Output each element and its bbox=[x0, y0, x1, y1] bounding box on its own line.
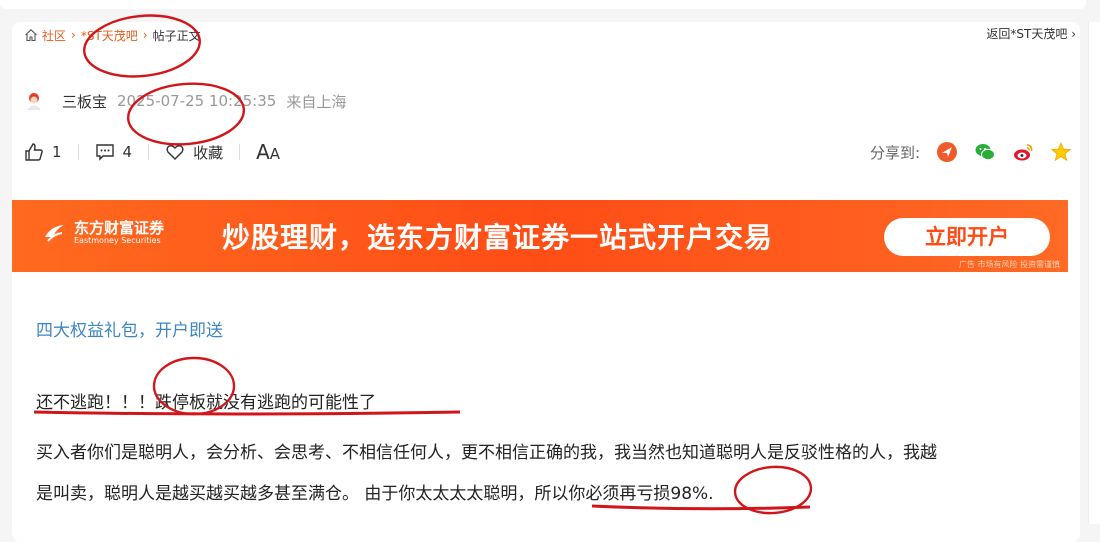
post-location: 来自上海 bbox=[286, 92, 347, 111]
share-bar: 分享到: bbox=[870, 140, 1072, 164]
send-icon[interactable] bbox=[936, 141, 958, 163]
chevron-right-icon: › bbox=[142, 28, 148, 42]
comment-icon[interactable] bbox=[95, 142, 115, 162]
share-label: 分享到: bbox=[869, 143, 920, 162]
author-row: 三板宝 2025-07-25 10:25:35 来自上海 bbox=[24, 90, 346, 112]
post-time: 2025-07-25 10:25:35 bbox=[117, 92, 277, 110]
action-bar: 1 4 收藏 AA bbox=[24, 140, 280, 164]
wechat-icon[interactable] bbox=[974, 141, 996, 163]
post-body-line: 买入者你们是聪明人，会分析、会思考、不相信任何人，更不相信正确的我，我当然也知道… bbox=[36, 443, 937, 463]
breadcrumb-current: 帖子正文 bbox=[152, 28, 201, 43]
banner-slogan: 炒股理财，选东方财富证券一站式开户交易 bbox=[222, 221, 774, 254]
post-title: 还不逃跑！！！跌停板就没有逃跑的可能性了 bbox=[36, 393, 376, 413]
breadcrumb: 社区 › *ST天茂吧 › 帖子正文 bbox=[24, 25, 201, 45]
back-link-label[interactable]: 返回*ST天茂吧 bbox=[986, 27, 1067, 41]
open-account-button[interactable]: 立即开户 bbox=[884, 218, 1050, 256]
like-count: 1 bbox=[52, 143, 62, 161]
breadcrumb-community[interactable]: 社区 bbox=[42, 27, 66, 44]
comment-count: 4 bbox=[122, 143, 133, 161]
divider bbox=[239, 144, 241, 160]
weibo-icon[interactable] bbox=[1012, 141, 1034, 163]
heart-icon[interactable] bbox=[165, 142, 185, 162]
thumbs-up-icon[interactable] bbox=[24, 142, 44, 162]
brand-cn: 东方财富证券 bbox=[74, 219, 165, 237]
brand-mark-icon bbox=[45, 225, 64, 242]
font-size-toggle[interactable]: AA bbox=[256, 140, 280, 164]
brand-en: Eastmoney Securities bbox=[74, 236, 161, 245]
post-body-line: 是叫卖，聪明人是越买越买越多甚至满仓。 由于你太太太太聪明，所以你必须再亏损98… bbox=[36, 484, 714, 504]
chevron-right-icon: › bbox=[1071, 27, 1076, 41]
brand-logo: 东方财富证券 Eastmoney Securities bbox=[42, 220, 164, 246]
home-icon[interactable] bbox=[24, 28, 38, 42]
author-name[interactable]: 三板宝 bbox=[62, 91, 107, 112]
back-link[interactable]: 返回*ST天茂吧 › bbox=[986, 25, 1076, 42]
avatar[interactable] bbox=[24, 91, 44, 111]
right-sidebar bbox=[1088, 22, 1100, 524]
divider bbox=[148, 144, 150, 160]
divider bbox=[77, 144, 79, 160]
promo-link[interactable]: 四大权益礼包，开户即送 bbox=[36, 316, 223, 341]
font-size-small[interactable]: A bbox=[270, 145, 280, 163]
previous-card bbox=[0, 0, 1086, 9]
font-size-big[interactable]: A bbox=[256, 140, 270, 164]
breadcrumb-forum[interactable]: *ST天茂吧 bbox=[81, 27, 138, 44]
star-icon[interactable] bbox=[1050, 141, 1072, 163]
ad-banner[interactable]: 东方财富证券 Eastmoney Securities 炒股理财，选东方财富证券… bbox=[12, 200, 1068, 272]
chevron-right-icon: › bbox=[71, 28, 76, 42]
ad-disclaimer: 广告 市场有风险 投资需谨慎 bbox=[958, 260, 1060, 269]
favorite-button[interactable]: 收藏 bbox=[193, 142, 223, 163]
